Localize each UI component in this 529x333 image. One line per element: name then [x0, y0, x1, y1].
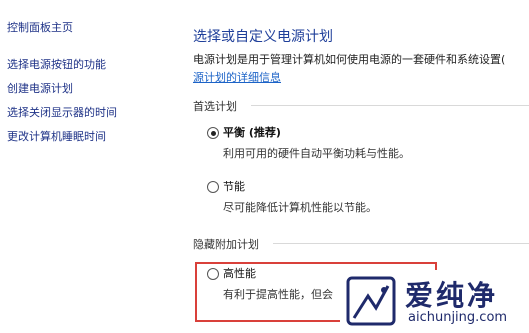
- plan-balanced-description: 利用可用的硬件自动平衡功耗与性能。: [223, 147, 410, 160]
- plan-details-link[interactable]: 源计划的详细信息: [193, 69, 281, 85]
- divider: [251, 105, 529, 106]
- watermark-en-text: aichunjing.com: [408, 310, 508, 325]
- plan-power-saver-label[interactable]: 节能: [223, 178, 245, 194]
- plan-balanced-radio[interactable]: [207, 127, 219, 139]
- plan-power-saver-description: 尽可能降低计算机性能以节能。: [223, 201, 377, 214]
- plan-power-saver-radio[interactable]: [207, 181, 219, 193]
- control-panel-home-link[interactable]: 控制面板主页: [7, 19, 73, 35]
- divider: [273, 243, 529, 244]
- sidebar-item-power-button[interactable]: 选择电源按钮的功能: [7, 56, 106, 72]
- watermark: 爱纯净 aichunjing.com: [340, 270, 529, 333]
- sidebar: 控制面板主页 选择电源按钮的功能 创建电源计划 选择关闭显示器的时间 更改计算机…: [0, 0, 170, 333]
- page-description: 电源计划是用于管理计算机如何使用电源的一套硬件和系统设置(: [193, 53, 506, 66]
- sidebar-item-sleep-time[interactable]: 更改计算机睡眠时间: [7, 128, 106, 144]
- hidden-plans-heading[interactable]: 隐藏附加计划: [193, 236, 259, 252]
- watermark-cn-text: 爱纯净: [405, 279, 499, 312]
- watermark-logo-icon: [346, 276, 396, 326]
- preferred-plans-heading: 首选计划: [193, 100, 237, 113]
- plan-balanced-label[interactable]: 平衡 (推荐): [223, 124, 281, 140]
- sidebar-item-display-off[interactable]: 选择关闭显示器的时间: [7, 104, 117, 120]
- page-title: 选择或自定义电源计划: [193, 29, 333, 45]
- sidebar-item-create-plan[interactable]: 创建电源计划: [7, 80, 73, 96]
